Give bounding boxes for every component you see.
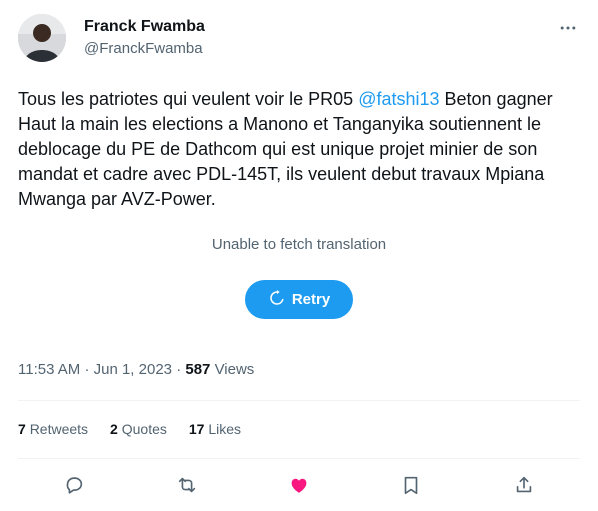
engagement-stats: 7 Retweets 2 Quotes 17 Likes: [18, 421, 241, 437]
meta-separator: ·: [84, 361, 90, 378]
quotes-count: 2: [110, 421, 118, 437]
tweet-date[interactable]: Jun 1, 2023: [94, 361, 172, 378]
tweet-text: Tous les patriotes qui veulent voir le P…: [18, 87, 578, 212]
author-display-name[interactable]: Franck Fwamba: [84, 18, 205, 36]
share-icon[interactable]: [507, 468, 541, 502]
likes-count: 17: [188, 421, 205, 437]
mention-link[interactable]: @fatshi13: [358, 89, 439, 109]
views-label: Views: [214, 361, 255, 378]
refresh-icon: [268, 289, 286, 311]
tweet-meta: 11:53 AM · Jun 1, 2023 · 587 Views: [18, 361, 254, 378]
divider: [18, 458, 580, 459]
tweet-actions: [18, 468, 580, 502]
like-icon[interactable]: [282, 468, 316, 502]
tweet-header: Franck Fwamba @FranckFwamba: [18, 14, 580, 70]
retry-label: Retry: [291, 291, 331, 308]
bookmark-icon[interactable]: [394, 468, 428, 502]
tweet-time[interactable]: 11:53 AM: [18, 361, 80, 378]
likes-label: Likes: [208, 421, 242, 437]
avatar[interactable]: [18, 14, 66, 62]
tweet-text-part: Tous les patriotes qui veulent voir le P…: [18, 89, 359, 109]
retweets-stat[interactable]: 7 Retweets: [18, 421, 88, 437]
translation-status: Unable to fetch translation: [211, 236, 387, 253]
author-handle[interactable]: @FranckFwamba: [84, 40, 203, 57]
views-count: 587: [185, 361, 211, 378]
likes-stat[interactable]: 17 Likes: [189, 421, 241, 437]
quotes-stat[interactable]: 2 Quotes: [110, 421, 167, 437]
retry-button[interactable]: Retry: [245, 280, 353, 319]
more-icon[interactable]: [556, 16, 580, 40]
meta-separator: ·: [176, 361, 182, 378]
quotes-label: Quotes: [121, 421, 167, 437]
retweet-icon[interactable]: [170, 468, 204, 502]
reply-icon[interactable]: [57, 468, 91, 502]
retweets-label: Retweets: [29, 421, 89, 437]
divider: [18, 400, 580, 401]
retweets-count: 7: [18, 421, 26, 437]
